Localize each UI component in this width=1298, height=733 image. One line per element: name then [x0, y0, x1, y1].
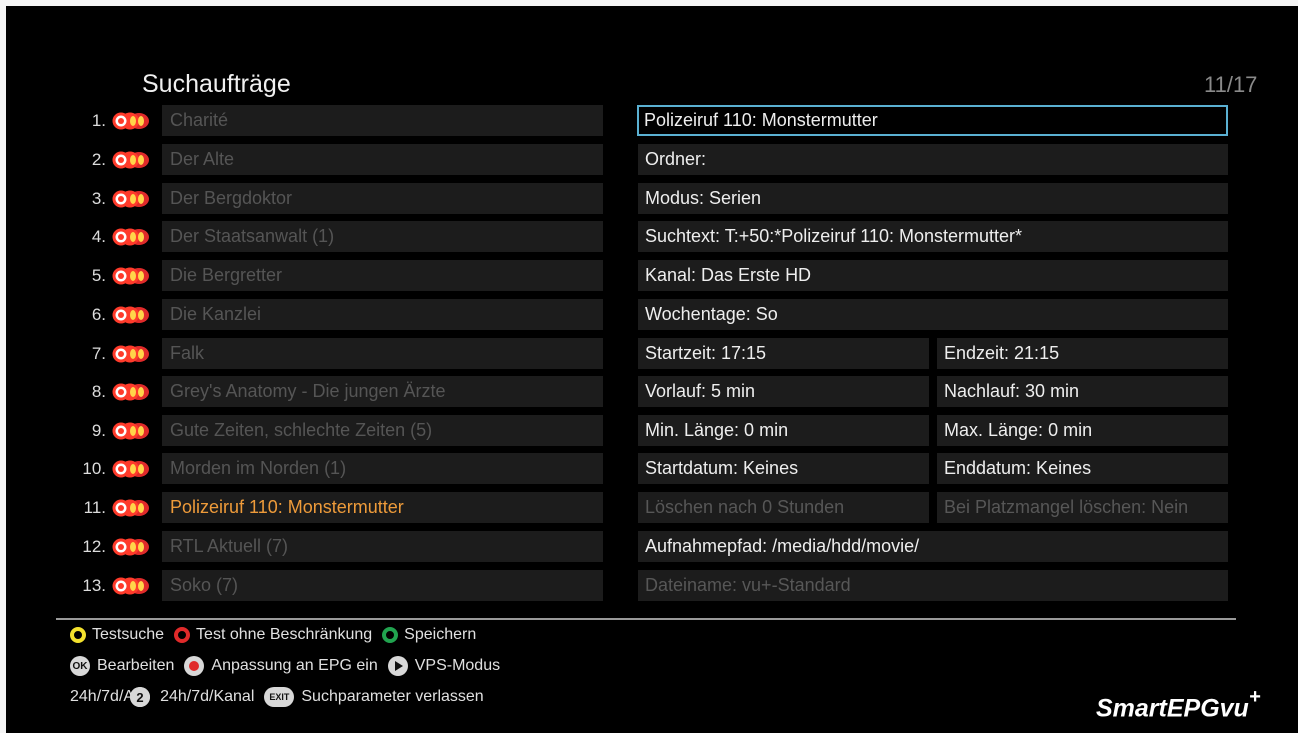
green-button-label: Speichern — [404, 626, 477, 643]
pre-time-field[interactable]: Vorlauf: 5 min — [638, 376, 929, 407]
list-item-number: 7. — [91, 344, 106, 363]
red-button-label: Test ohne Beschränkung — [196, 626, 373, 643]
list-item-number: 2. — [91, 150, 106, 169]
green-button-icon[interactable] — [382, 627, 399, 643]
record-timer-icon — [112, 499, 150, 517]
start-date-field[interactable]: Startdatum: Keines — [638, 453, 929, 484]
list-item-label[interactable]: Der Staatsanwalt (1) — [162, 221, 603, 252]
page-title: Suchaufträge — [142, 70, 291, 98]
list-item-number: 1. — [91, 111, 106, 130]
record-timer-icon — [112, 267, 150, 285]
channel-field[interactable]: Kanal: Das Erste HD — [638, 260, 1228, 291]
max-length-field[interactable]: Max. Länge: 0 min — [937, 415, 1228, 446]
end-time-field[interactable]: Endzeit: 21:15 — [937, 338, 1228, 369]
list-item-label[interactable]: Soko (7) — [162, 570, 603, 601]
exit-key-label: Suchparameter verlassen — [301, 688, 484, 705]
record-key-icon[interactable] — [184, 656, 205, 676]
yellow-button-label: Testsuche — [92, 626, 165, 643]
legend-row-keys: OK Bearbeiten Anpassung an EPG ein VPS-M… — [70, 656, 510, 676]
list-item-number: 3. — [91, 189, 106, 208]
page-counter: 11/17 — [1204, 72, 1258, 97]
record-timer-icon — [112, 151, 150, 169]
key-2-icon[interactable]: 2 — [130, 687, 150, 707]
list-item-label[interactable]: Der Alte — [162, 144, 603, 175]
post-time-field[interactable]: Nachlauf: 30 min — [937, 376, 1228, 407]
list-item-label[interactable]: Polizeiruf 110: Monstermutter — [162, 492, 603, 523]
list-item[interactable]: 12. RTL Aktuell (7) — [6, 531, 616, 562]
list-item[interactable]: 2. Der Alte — [6, 144, 616, 175]
list-item-label[interactable]: Die Kanzlei — [162, 299, 603, 330]
folder-field[interactable]: Ordner: — [638, 144, 1228, 175]
record-timer-icon — [112, 306, 150, 324]
name-field[interactable]: Polizeiruf 110: Monstermutter — [637, 105, 1228, 136]
list-item[interactable]: 5. Die Bergretter — [6, 260, 616, 291]
list-item[interactable]: 10. Morden im Norden (1) — [6, 453, 616, 484]
record-timer-icon — [112, 577, 150, 595]
ok-key-icon[interactable]: OK — [70, 656, 90, 676]
red-button-icon[interactable] — [174, 627, 191, 643]
list-item[interactable]: 8. Grey's Anatomy - Die jungen Ärzte — [6, 376, 616, 407]
list-item-number: 6. — [91, 305, 106, 324]
list-item-label[interactable]: RTL Aktuell (7) — [162, 531, 603, 562]
list-item-label[interactable]: Der Bergdoktor — [162, 183, 603, 214]
record-timer-icon — [112, 345, 150, 363]
list-item-label[interactable]: Grey's Anatomy - Die jungen Ärzte — [162, 376, 603, 407]
play-key-label: VPS-Modus — [414, 657, 501, 674]
smartepg-logo: SmartEPGvu+ — [1096, 686, 1261, 723]
record-timer-icon — [112, 228, 150, 246]
record-timer-icon — [112, 422, 150, 440]
yellow-button-icon[interactable] — [70, 627, 86, 643]
record-timer-icon — [112, 112, 150, 130]
legend-row-colors: Testsuche Test ohne Beschränkung Speiche… — [70, 626, 486, 644]
list-item-label[interactable]: Falk — [162, 338, 603, 369]
list-item[interactable]: 9. Gute Zeiten, schlechte Zeiten (5) — [6, 415, 616, 446]
delete-on-space-field[interactable]: Bei Platzmangel löschen: Nein — [937, 492, 1228, 523]
list-item-number: 5. — [91, 266, 106, 285]
weekdays-field[interactable]: Wochentage: So — [638, 299, 1228, 330]
list-item[interactable]: 11. Polizeiruf 110: Monstermutter — [6, 492, 616, 523]
play-key-icon[interactable] — [387, 656, 408, 676]
search-text-field[interactable]: Suchtext: T:+50:*Polizeiruf 110: Monster… — [638, 221, 1228, 252]
list-item[interactable]: 7. Falk — [6, 338, 616, 369]
exit-key-icon[interactable]: EXIT — [264, 687, 295, 707]
mode-field[interactable]: Modus: Serien — [638, 183, 1228, 214]
end-date-field[interactable]: Enddatum: Keines — [937, 453, 1228, 484]
ok-key-label: Bearbeiten — [97, 657, 175, 674]
list-item[interactable]: 3. Der Bergdoktor — [6, 183, 616, 214]
key-2-label: 24h/7d/Kanal — [160, 688, 255, 705]
list-item-number: 9. — [91, 421, 106, 440]
record-timer-icon — [112, 383, 150, 401]
list-item[interactable]: 13. Soko (7) — [6, 570, 616, 601]
record-timer-icon — [112, 460, 150, 478]
list-item-label[interactable]: Gute Zeiten, schlechte Zeiten (5) — [162, 415, 603, 446]
list-item-label[interactable]: Morden im Norden (1) — [162, 453, 603, 484]
record-timer-icon — [112, 538, 150, 556]
list-item[interactable]: 6. Die Kanzlei — [6, 299, 616, 330]
list-item-number: 12. — [82, 537, 106, 556]
recording-path-field[interactable]: Aufnahmepfad: /media/hdd/movie/ — [638, 531, 1228, 562]
list-item-label[interactable]: Charité — [162, 105, 603, 136]
start-time-field[interactable]: Startzeit: 17:15 — [638, 338, 929, 369]
delete-after-field[interactable]: Löschen nach 0 Stunden — [638, 492, 929, 523]
filename-field[interactable]: Dateiname: vu+-Standard — [638, 570, 1228, 601]
list-item-number: 13. — [82, 576, 106, 595]
legend-row-numbers: 1 24h/7d/Alle 2 24h/7d/Kanal EXIT Suchpa… — [70, 687, 494, 707]
list-item-label[interactable]: Die Bergretter — [162, 260, 603, 291]
list-item[interactable]: 1. Charité — [6, 105, 616, 136]
list-item-number: 11. — [83, 498, 106, 517]
divider — [56, 618, 1236, 620]
list-item-number: 4. — [91, 227, 106, 246]
search-jobs-screen: Suchaufträge 11/17 1. Charité 2. Der Alte 3.… — [6, 6, 1298, 733]
list-item-number: 10. — [82, 459, 106, 478]
list-item-number: 8. — [91, 382, 106, 401]
record-timer-icon — [112, 190, 150, 208]
min-length-field[interactable]: Min. Länge: 0 min — [638, 415, 929, 446]
record-key-label: Anpassung an EPG ein — [211, 657, 378, 674]
list-item[interactable]: 4. Der Staatsanwalt (1) — [6, 221, 616, 252]
